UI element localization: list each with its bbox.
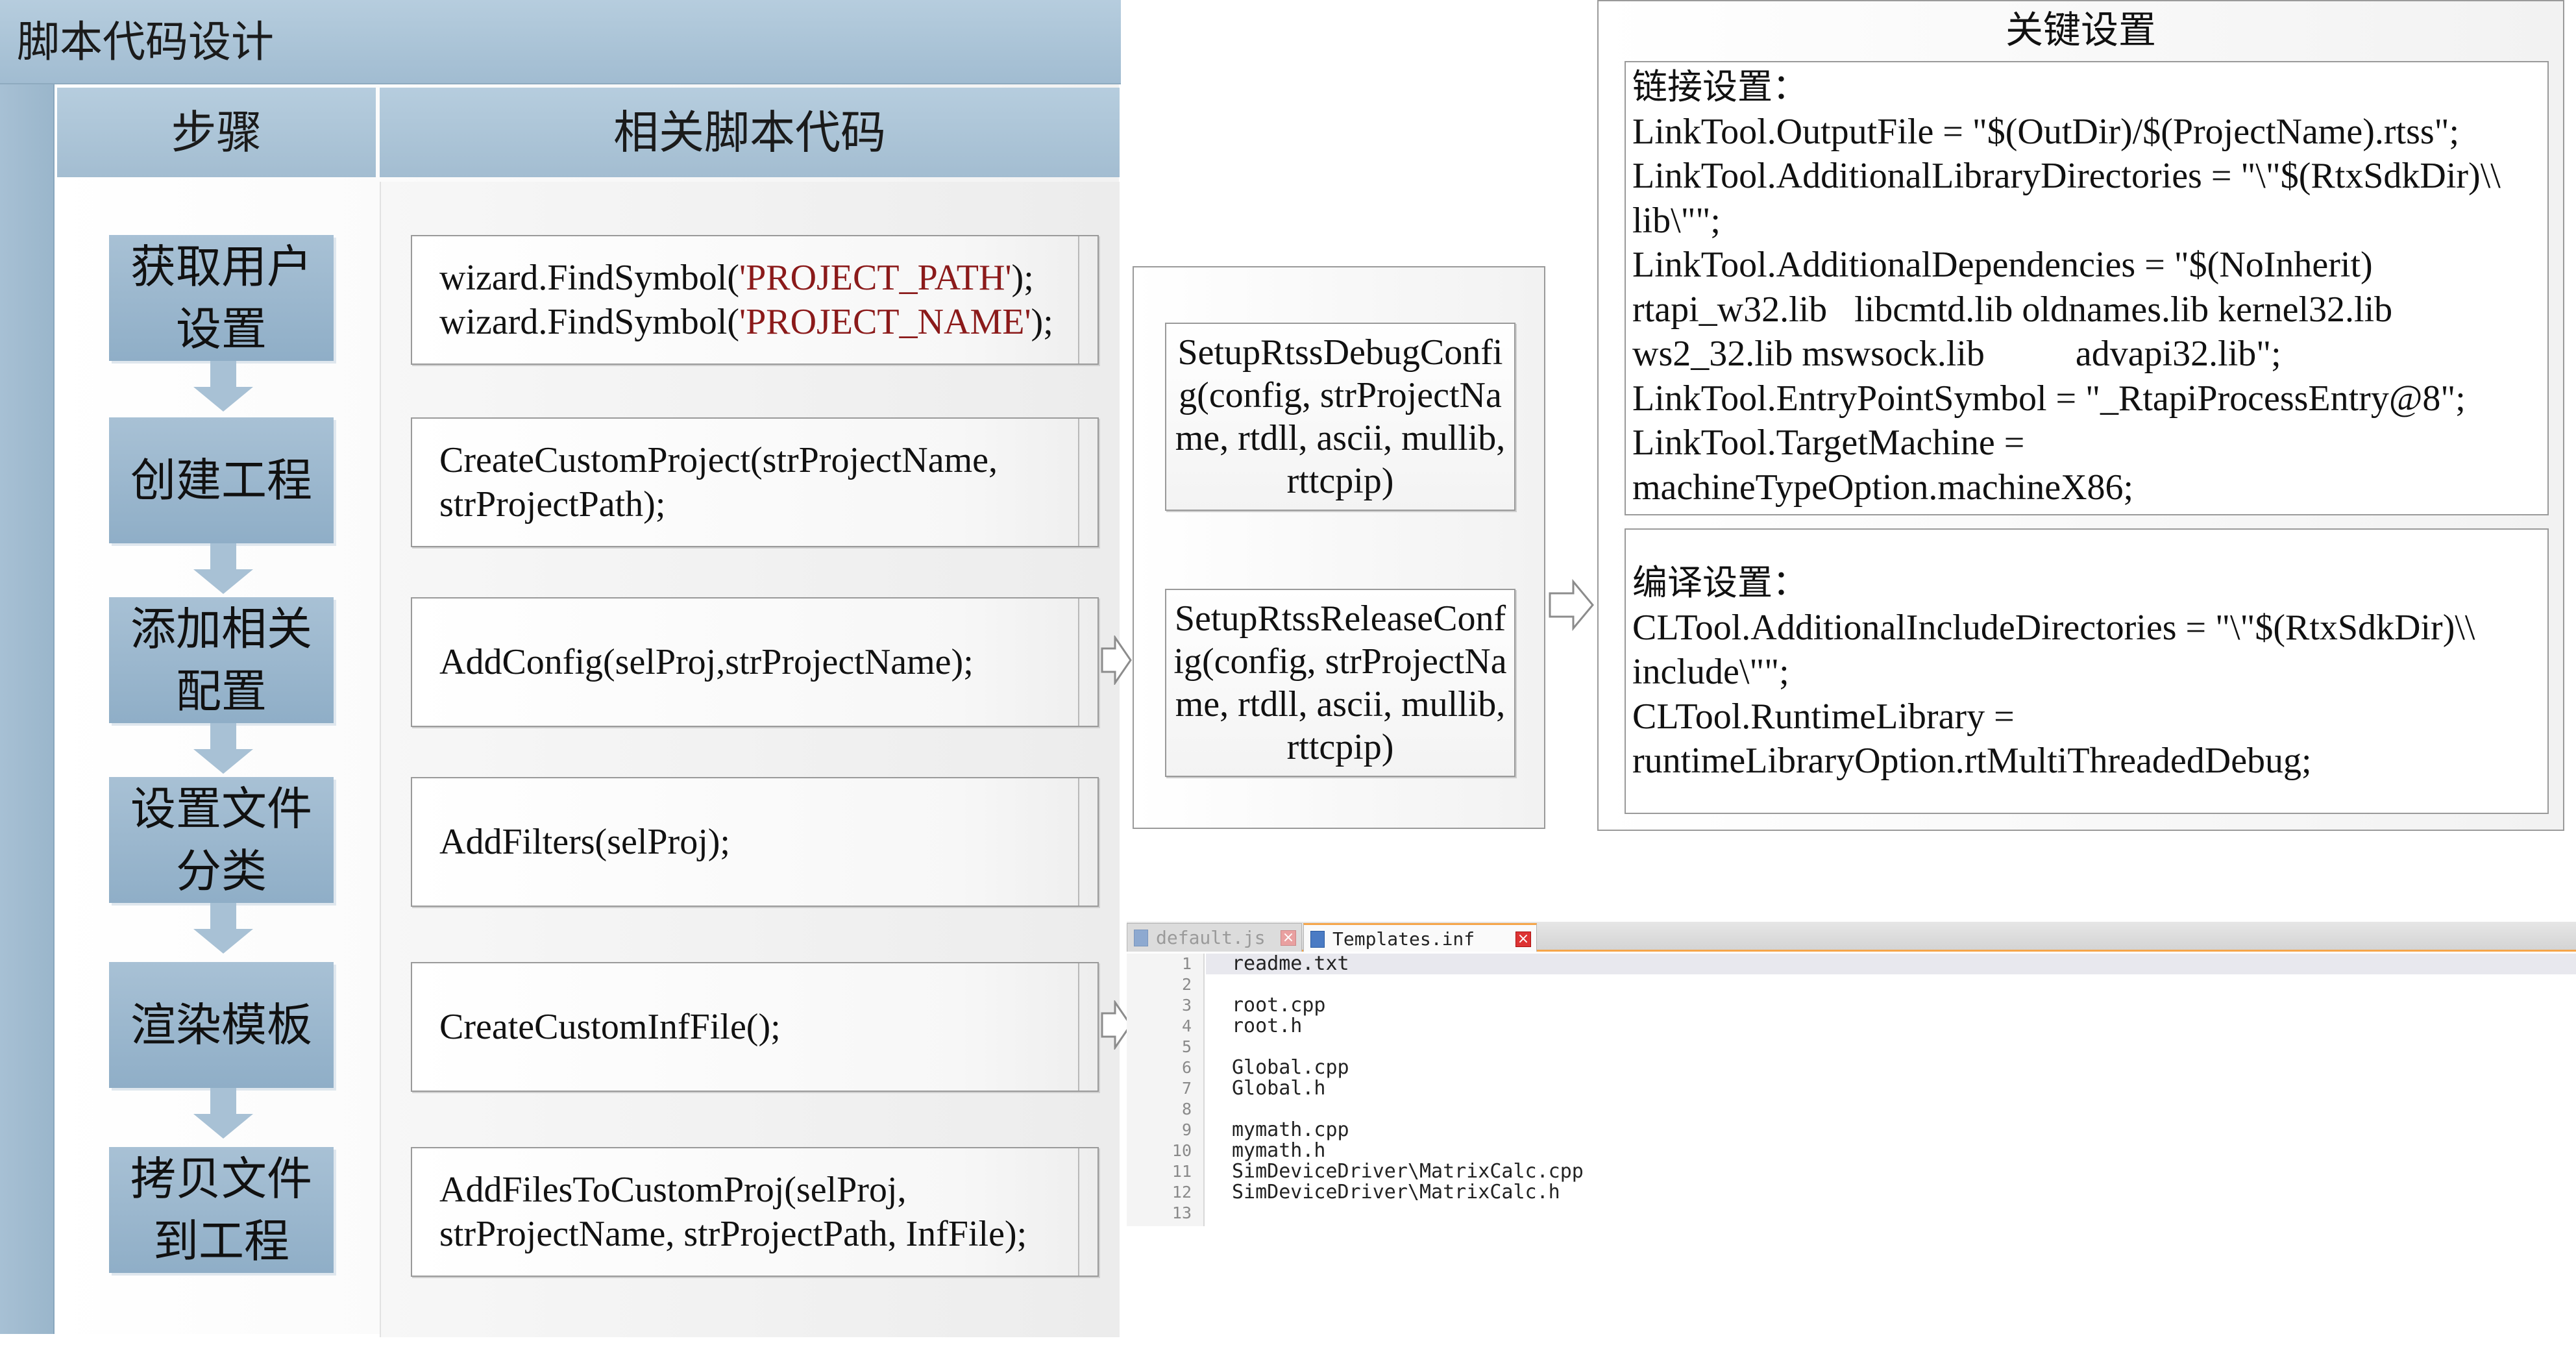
code-text: wizard.FindSymbol( — [439, 258, 739, 298]
step-box: 拷贝文件 到工程 — [109, 1147, 334, 1273]
editor-line: SimDeviceDriver\MatrixCalc.h — [1232, 1181, 1560, 1203]
line-number: 2 — [1181, 975, 1192, 994]
tab-label: default.js — [1156, 927, 1266, 948]
code-line: AddFilters(selProj); — [439, 820, 1085, 864]
step-box: 获取用户 设置 — [109, 235, 334, 361]
compile-settings-lines: CLTool.AdditionalIncludeDirectories = "\… — [1632, 606, 2541, 784]
step-box: 添加相关 配置 — [109, 597, 334, 723]
key-settings-title: 关键设置 — [2005, 8, 2156, 52]
tab-templates-inf[interactable]: Templates.inf × — [1303, 923, 1537, 952]
code-text: AddConfig(selProj,strProjectName); — [439, 642, 974, 682]
setting-line: machineTypeOption.machineX86; — [1632, 467, 2134, 508]
line-number: 6 — [1181, 1058, 1192, 1077]
line-number: 3 — [1181, 996, 1192, 1015]
arrow-down-icon — [193, 361, 253, 412]
code-text: ); — [1031, 302, 1053, 342]
line-number: 1 — [1181, 954, 1192, 973]
code-text: CreateCustomProject(strProjectName, — [439, 440, 998, 480]
arrow-down-icon — [193, 903, 253, 954]
code-box: AddFilters(selProj); — [411, 777, 1099, 907]
line-number: 7 — [1181, 1079, 1192, 1098]
code-string: 'PROJECT_NAME' — [739, 302, 1031, 342]
code-line: strProjectPath); — [439, 482, 1085, 526]
code-line: AddFilesToCustomProj(selProj, — [439, 1168, 1085, 1212]
release-config-box: SetupRtssReleaseConfig(config, strProjec… — [1165, 589, 1515, 777]
arrow-down-icon — [193, 543, 253, 594]
editor-line: mymath.h — [1232, 1139, 1326, 1162]
setting-line: include\""; — [1632, 652, 1789, 692]
code-line: AddConfig(selProj,strProjectName); — [439, 640, 1085, 684]
debug-config-box: SetupRtssDebugConfig(config, strProjectN… — [1165, 323, 1515, 511]
tab-label: Templates.inf — [1332, 928, 1475, 950]
line-number: 9 — [1181, 1120, 1192, 1139]
file-icon — [1134, 930, 1148, 946]
code-column-header: 相关脚本代码 — [380, 88, 1120, 177]
link-settings-lines: LinkTool.OutputFile = "$(OutDir)/$(Proje… — [1632, 110, 2541, 510]
panel-title: 脚本代码设计 — [0, 0, 1121, 84]
code-box: AddFilesToCustomProj(selProj, strProjectN… — [411, 1147, 1099, 1277]
setting-line: ws2_32.lib mswsock.lib advapi32.lib"; — [1632, 334, 2281, 374]
code-line: CreateCustomProject(strProjectName, — [439, 438, 1085, 482]
line-number: 10 — [1171, 1141, 1192, 1160]
step-box: 渲染模板 — [109, 962, 334, 1088]
editor-line: SimDeviceDriver\MatrixCalc.cpp — [1232, 1160, 1584, 1183]
code-text: CreateCustomInfFile(); — [439, 1007, 781, 1047]
editor-line: mymath.cpp — [1232, 1118, 1349, 1141]
line-number: 8 — [1181, 1100, 1192, 1118]
compile-settings-heading: 编译设置： — [1632, 562, 1808, 603]
setting-line: LinkTool.AdditionalLibraryDirectories = … — [1632, 156, 2501, 196]
code-line: strProjectName, strProjectPath, InfFile)… — [439, 1212, 1085, 1256]
step-box: 设置文件 分类 — [109, 777, 334, 903]
code-text: AddFilesToCustomProj(selProj, — [439, 1170, 907, 1210]
setting-line: LinkTool.EntryPointSymbol = "_RtapiProce… — [1632, 378, 2466, 419]
line-number: 4 — [1181, 1017, 1192, 1035]
code-line: CreateCustomInfFile(); — [439, 1005, 1085, 1049]
code-box: wizard.FindSymbol('PROJECT_PATH'); wizard… — [411, 235, 1099, 365]
setting-line: LinkTool.OutputFile = "$(OutDir)/$(Proje… — [1632, 111, 2460, 152]
arrow-to-config-icon — [1101, 635, 1132, 685]
code-text: wizard.FindSymbol( — [439, 302, 739, 342]
code-box: CreateCustomInfFile(); — [411, 962, 1099, 1092]
code-text: ); — [1011, 258, 1034, 298]
line-number: 5 — [1181, 1037, 1192, 1056]
steps-column-header: 步骤 — [57, 88, 376, 177]
arrow-right-icon — [1549, 579, 1594, 631]
close-icon[interactable]: × — [1515, 932, 1531, 947]
arrow-down-icon — [193, 1088, 253, 1139]
tab-default-js[interactable]: default.js × — [1127, 923, 1302, 952]
code-text: strProjectPath); — [439, 484, 666, 524]
editor-line: readme.txt — [1232, 952, 1349, 975]
code-line: wizard.FindSymbol('PROJECT_NAME'); — [439, 300, 1085, 344]
setting-line: CLTool.AdditionalIncludeDirectories = "\… — [1632, 607, 2475, 648]
step-box: 创建工程 — [109, 417, 334, 543]
setting-line: rtapi_w32.lib libcmtd.lib oldnames.lib k… — [1632, 289, 2393, 330]
setting-line: runtimeLibraryOption.rtMultiThreadedDebu… — [1632, 741, 2312, 781]
editor-line: root.cpp — [1232, 994, 1326, 1017]
line-number: 11 — [1171, 1162, 1192, 1181]
line-number: 12 — [1171, 1183, 1192, 1202]
line-number: 13 — [1171, 1203, 1192, 1222]
editor-line: root.h — [1232, 1015, 1303, 1037]
file-icon — [1310, 931, 1325, 948]
link-settings-heading: 链接设置： — [1632, 66, 1808, 107]
current-line-highlight — [1206, 954, 2576, 974]
code-box: CreateCustomProject(strProjectName, strPr… — [411, 417, 1099, 547]
code-text: AddFilters(selProj); — [439, 822, 730, 862]
link-settings-box: 链接设置： LinkTool.OutputFile = "$(OutDir)/$… — [1625, 61, 2549, 515]
code-string: 'PROJECT_PATH' — [739, 258, 1012, 298]
compile-settings-box: 编译设置： CLTool.AdditionalIncludeDirectorie… — [1625, 528, 2549, 814]
code-box: AddConfig(selProj,strProjectName); — [411, 597, 1099, 727]
setting-line: CLTool.RuntimeLibrary = — [1632, 696, 2015, 737]
editor-line: Global.h — [1232, 1077, 1326, 1100]
setting-line: LinkTool.AdditionalDependencies = "$(NoI… — [1632, 245, 2373, 285]
editor-line: Global.cpp — [1232, 1056, 1349, 1079]
code-text: strProjectName, strProjectPath, InfFile)… — [439, 1214, 1027, 1254]
close-icon[interactable]: × — [1281, 930, 1296, 946]
setting-line: LinkTool.TargetMachine = — [1632, 423, 2025, 463]
arrow-down-icon — [193, 723, 253, 774]
panel-side-bar — [0, 84, 55, 1334]
setting-line: lib\""; — [1632, 200, 1721, 241]
code-line: wizard.FindSymbol('PROJECT_PATH'); — [439, 256, 1085, 300]
